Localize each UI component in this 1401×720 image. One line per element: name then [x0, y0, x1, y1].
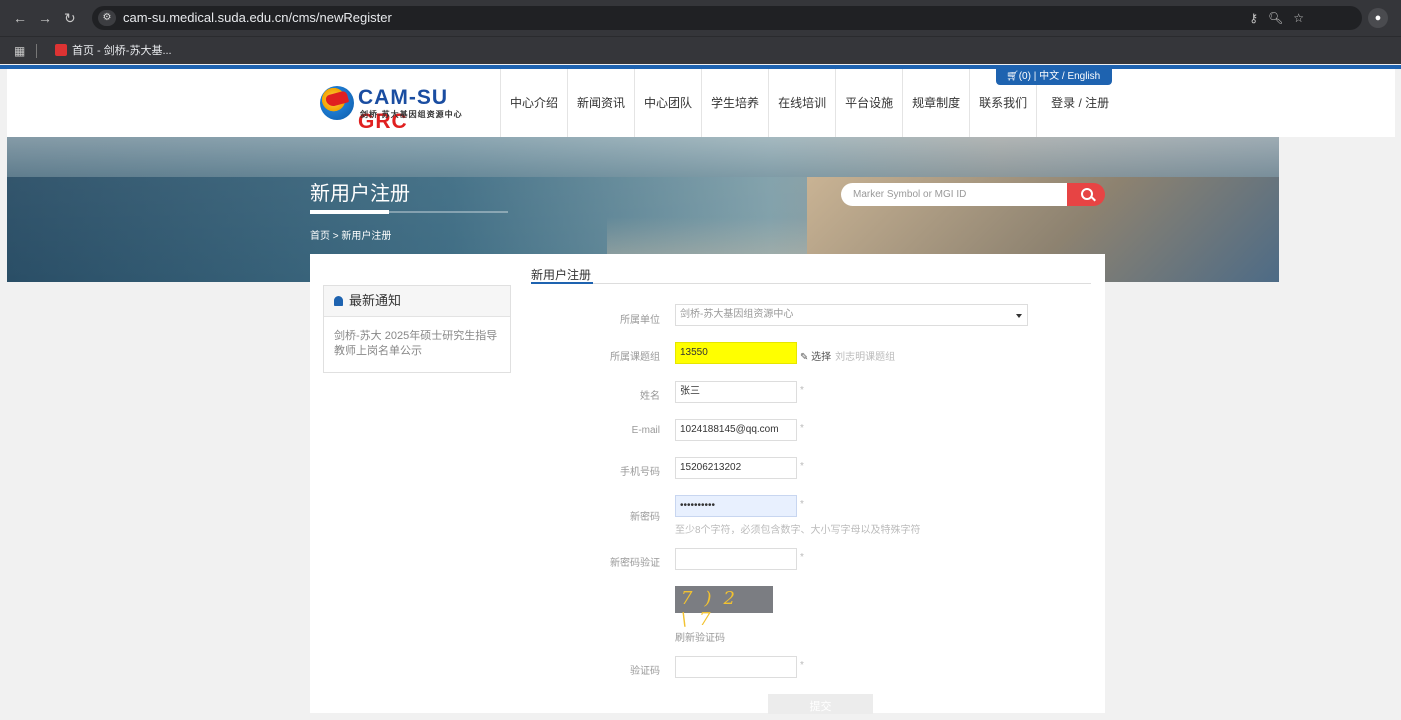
captcha-text: 7)2 \7	[681, 588, 747, 630]
group-label: 所属课题组	[610, 352, 660, 363]
email-label: E-mail	[631, 425, 660, 436]
nav-item-team[interactable]: 中心团队	[635, 69, 703, 137]
site-search: Marker Symbol or MGI ID	[841, 183, 1105, 206]
nav-item-news[interactable]: 新闻资讯	[568, 69, 636, 137]
tag-icon: ✎	[800, 352, 809, 363]
group-picker[interactable]: ✎ 选择 刘志明课题组	[800, 348, 895, 363]
section-title: 新用户注册	[531, 268, 592, 282]
nav-item-students[interactable]: 学生培养	[702, 69, 770, 137]
notice-header: 最新通知	[324, 286, 510, 317]
email-input[interactable]: 1024188145@qq.com	[675, 419, 797, 441]
bell-icon	[334, 296, 343, 306]
banner-sky	[7, 137, 1279, 177]
search-button[interactable]	[1067, 183, 1105, 206]
password-hint: 至少8个字符，必须包含数字、大小写字母以及特殊字符	[675, 525, 921, 536]
logo-text-main: CAM-SU	[358, 86, 448, 109]
zoom-icon[interactable]: 🔍︎	[1268, 11, 1293, 25]
password-required-mark: *	[800, 499, 804, 510]
group-name: 刘志明课题组	[835, 352, 896, 363]
back-icon[interactable]: ←	[13, 9, 27, 27]
unit-select[interactable]: 剑桥-苏大基因组资源中心	[675, 304, 1028, 326]
submit-button[interactable]: 提交	[768, 694, 873, 714]
code-input[interactable]	[675, 656, 797, 678]
notice-item[interactable]: 剑桥-苏大 2025年硕士研究生指导教师上岗名单公示	[324, 317, 510, 371]
phone-required-mark: *	[800, 461, 804, 472]
profile-avatar-icon[interactable]: ●	[1368, 8, 1388, 28]
site-settings-icon[interactable]: ⚙	[98, 10, 116, 26]
chevron-down-icon	[1016, 314, 1022, 318]
browser-toolbar: ← → ↻ ⚙ cam-su.medical.suda.edu.cn/cms/n…	[0, 0, 1401, 36]
cart-count[interactable]: (0)	[1019, 71, 1031, 82]
search-input[interactable]: Marker Symbol or MGI ID	[841, 183, 1067, 206]
password-key-icon[interactable]: ⚷	[1249, 11, 1268, 25]
nav-item-rules[interactable]: 规章制度	[903, 69, 971, 137]
search-icon	[1081, 188, 1093, 200]
unit-select-value: 剑桥-苏大基因组资源中心	[680, 309, 794, 320]
group-pick-label[interactable]: 选择	[811, 352, 831, 363]
bookmark-item[interactable]: 首页 - 剑桥-苏大基...	[55, 43, 172, 59]
breadcrumb[interactable]: 首页 > 新用户注册	[310, 227, 391, 242]
page-title: 新用户注册	[310, 183, 410, 205]
notice-box: 最新通知 剑桥-苏大 2025年硕士研究生指导教师上岗名单公示	[323, 285, 511, 373]
nav-item-about[interactable]: 中心介绍	[500, 69, 569, 137]
section-divider-highlight	[531, 282, 593, 284]
nav-item-facilities[interactable]: 平台设施	[836, 69, 904, 137]
omnibox-actions: ⚷🔍︎☆	[1249, 11, 1314, 25]
name-input[interactable]: 张三	[675, 381, 797, 403]
refresh-captcha-link[interactable]: 刷新验证码	[675, 629, 725, 644]
top-utility-bar: 🛒︎(0) | 中文 / English	[996, 69, 1112, 85]
site-logo[interactable]: CAM-SU GRC 剑桥-苏大基因组资源中心	[312, 84, 482, 133]
url-text[interactable]: cam-su.medical.suda.edu.cn/cms/newRegist…	[123, 10, 392, 26]
title-underline-highlight	[310, 210, 389, 214]
bookmark-label: 首页 - 剑桥-苏大基...	[72, 45, 172, 57]
bookmark-favicon-icon	[55, 44, 67, 56]
forward-icon[interactable]: →	[38, 9, 52, 27]
code-label: 验证码	[630, 666, 660, 677]
reload-icon[interactable]: ↻	[64, 9, 76, 27]
password-confirm-required-mark: *	[800, 552, 804, 563]
password-confirm-label: 新密码验证	[610, 558, 660, 569]
bookmarks-bar: ▦ 首页 - 剑桥-苏大基...	[0, 36, 1401, 64]
site-header: CAM-SU GRC 剑桥-苏大基因组资源中心 中心介绍 新闻资讯 中心团队 学…	[7, 69, 1395, 137]
password-label: 新密码	[630, 512, 660, 523]
language-switch[interactable]: 中文 / English	[1039, 71, 1100, 82]
logo-subtitle: 剑桥-苏大基因组资源中心	[360, 110, 463, 119]
address-bar[interactable]: ⚙ cam-su.medical.suda.edu.cn/cms/newRegi…	[92, 6, 1362, 30]
bookmark-star-icon[interactable]: ☆	[1293, 11, 1314, 25]
password-confirm-input[interactable]	[675, 548, 797, 570]
password-input[interactable]: ••••••••••	[675, 495, 797, 517]
cart-icon[interactable]: 🛒︎	[1006, 71, 1019, 82]
bookmark-separator	[36, 44, 37, 58]
nav-item-training[interactable]: 在线培训	[769, 69, 837, 137]
code-required-mark: *	[800, 660, 804, 671]
name-label: 姓名	[640, 391, 660, 402]
notice-title: 最新通知	[349, 293, 402, 308]
unit-label: 所属单位	[620, 315, 660, 326]
phone-label: 手机号码	[620, 467, 660, 478]
name-required-mark: *	[800, 385, 804, 396]
apps-grid-icon[interactable]: ▦	[14, 44, 25, 58]
captcha-image[interactable]: 7)2 \7	[675, 586, 773, 630]
title-underline	[310, 210, 508, 214]
phone-input[interactable]: 15206213202	[675, 457, 797, 479]
email-required-mark: *	[800, 423, 804, 434]
group-input[interactable]: 13550	[675, 342, 797, 364]
section-divider	[531, 282, 1091, 284]
